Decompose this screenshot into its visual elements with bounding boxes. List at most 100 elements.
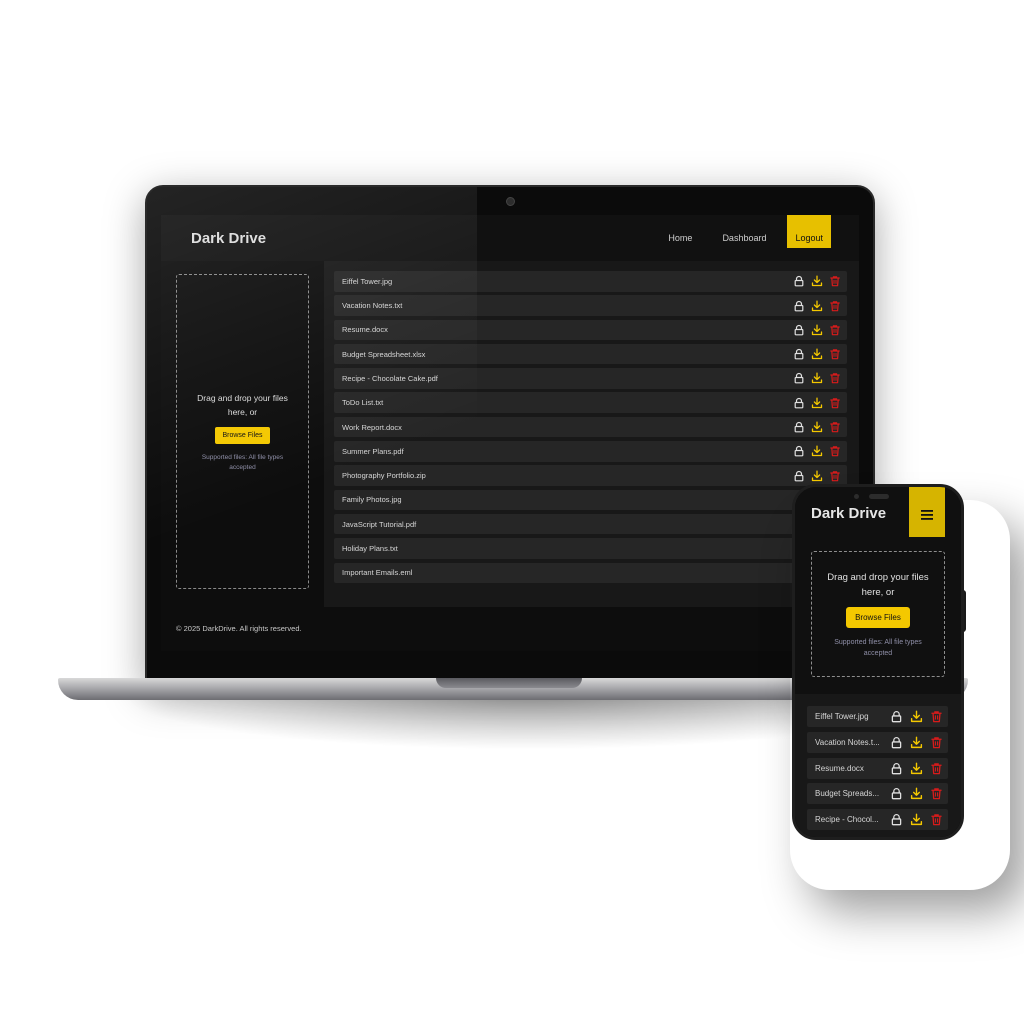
download-icon[interactable] xyxy=(811,397,823,409)
lock-icon[interactable] xyxy=(793,324,805,336)
phone-file-row[interactable]: Vacation Notes.t... xyxy=(807,731,948,753)
file-name[interactable]: Eiffel Tower.jpg xyxy=(342,277,392,286)
lock-icon[interactable] xyxy=(793,300,805,312)
phone-file-row[interactable]: Eiffel Tower.jpg xyxy=(807,706,948,727)
file-row[interactable]: Summer Plans.pdf xyxy=(334,441,847,462)
download-icon[interactable] xyxy=(910,710,923,723)
trash-icon[interactable] xyxy=(829,445,841,457)
phone-brand-logo[interactable]: Dark Drive xyxy=(811,505,886,522)
trash-icon[interactable] xyxy=(930,813,943,826)
file-name[interactable]: Work Report.docx xyxy=(342,423,402,432)
file-name[interactable]: Resume.docx xyxy=(342,325,388,334)
file-actions xyxy=(793,397,841,409)
trash-icon[interactable] xyxy=(829,470,841,482)
lock-icon[interactable] xyxy=(793,421,805,433)
download-icon[interactable] xyxy=(811,372,823,384)
download-icon[interactable] xyxy=(811,300,823,312)
file-name[interactable]: Summer Plans.pdf xyxy=(342,447,404,456)
lock-icon[interactable] xyxy=(890,736,903,749)
trash-icon[interactable] xyxy=(829,275,841,287)
laptop-lid: Dark Drive Home Dashboard Logout Drag an… xyxy=(145,185,875,685)
phone-file-name[interactable]: Eiffel Tower.jpg xyxy=(815,712,869,721)
phone-file-name[interactable]: Recipe - Chocol... xyxy=(815,815,879,824)
brand-logo[interactable]: Dark Drive xyxy=(191,230,266,247)
lock-icon[interactable] xyxy=(890,787,903,800)
browse-files-button[interactable]: Browse Files xyxy=(215,426,270,444)
file-row[interactable]: Recipe - Chocolate Cake.pdf xyxy=(334,368,847,389)
file-name[interactable]: Important Emails.eml xyxy=(342,568,412,577)
file-row[interactable]: Resume.docx xyxy=(334,319,847,341)
lock-icon[interactable] xyxy=(793,470,805,482)
file-row[interactable]: Vacation Notes.txt xyxy=(334,295,847,316)
file-name[interactable]: Photography Portfolio.zip xyxy=(342,471,426,480)
file-name[interactable]: Holiday Plans.txt xyxy=(342,544,398,553)
download-icon[interactable] xyxy=(811,324,823,336)
lock-icon[interactable] xyxy=(890,762,903,775)
file-actions xyxy=(793,324,841,336)
phone-file-row[interactable]: Budget Spreads... xyxy=(807,783,948,805)
file-row[interactable]: Holiday Plans.txt xyxy=(334,538,847,559)
download-icon[interactable] xyxy=(910,813,923,826)
phone-file-name[interactable]: Resume.docx xyxy=(815,764,864,773)
file-row[interactable]: JavaScript Tutorial.pdf xyxy=(334,513,847,535)
lock-icon[interactable] xyxy=(793,348,805,360)
phone-file-actions xyxy=(890,736,943,749)
trash-icon[interactable] xyxy=(829,421,841,433)
phone-screen: Dark Drive Drag and drop your files here… xyxy=(795,487,961,837)
hamburger-menu-button[interactable] xyxy=(909,487,945,537)
phone-file-row[interactable]: Resume.docx xyxy=(807,757,948,779)
phone-file-row[interactable]: Recipe - Chocol... xyxy=(807,809,948,831)
download-icon[interactable] xyxy=(811,470,823,482)
nav-dashboard-link[interactable]: Dashboard xyxy=(707,233,781,243)
laptop-screen: Dark Drive Home Dashboard Logout Drag an… xyxy=(161,215,859,651)
download-icon[interactable] xyxy=(811,421,823,433)
trash-icon[interactable] xyxy=(930,787,943,800)
file-row[interactable]: Photography Portfolio.zip xyxy=(334,465,847,486)
download-icon[interactable] xyxy=(811,445,823,457)
file-name[interactable]: Budget Spreadsheet.xlsx xyxy=(342,350,425,359)
file-row[interactable]: Eiffel Tower.jpg xyxy=(334,271,847,292)
phone-browse-files-button[interactable]: Browse Files xyxy=(846,606,910,628)
phone-file-name[interactable]: Budget Spreads... xyxy=(815,789,879,798)
file-row[interactable]: Work Report.docx xyxy=(334,416,847,438)
phone-upload-dropzone[interactable]: Drag and drop your files here, or Browse… xyxy=(811,551,945,677)
phone-camera-island xyxy=(841,492,901,500)
trash-icon[interactable] xyxy=(829,397,841,409)
phone-frame: Dark Drive Drag and drop your files here… xyxy=(792,484,964,840)
download-icon[interactable] xyxy=(811,348,823,360)
file-row[interactable]: ToDo List.txt xyxy=(334,392,847,413)
trash-icon[interactable] xyxy=(829,348,841,360)
lock-icon[interactable] xyxy=(890,710,903,723)
file-name[interactable]: Family Photos.jpg xyxy=(342,495,402,504)
file-actions xyxy=(793,421,841,433)
download-icon[interactable] xyxy=(910,787,923,800)
download-icon[interactable] xyxy=(811,275,823,287)
logout-button[interactable]: Logout xyxy=(787,215,831,248)
trash-icon[interactable] xyxy=(930,762,943,775)
phone-camera xyxy=(853,493,859,499)
lock-icon[interactable] xyxy=(793,372,805,384)
trash-icon[interactable] xyxy=(829,324,841,336)
nav-home-link[interactable]: Home xyxy=(653,233,707,243)
trash-icon[interactable] xyxy=(829,300,841,312)
trash-icon[interactable] xyxy=(930,710,943,723)
file-name[interactable]: JavaScript Tutorial.pdf xyxy=(342,520,416,529)
laptop-base-notch xyxy=(436,678,582,688)
file-name[interactable]: Vacation Notes.txt xyxy=(342,301,402,310)
file-row[interactable]: Important Emails.eml xyxy=(334,562,847,584)
file-name[interactable]: Recipe - Chocolate Cake.pdf xyxy=(342,374,438,383)
trash-icon[interactable] xyxy=(829,372,841,384)
trash-icon[interactable] xyxy=(930,736,943,749)
lock-icon[interactable] xyxy=(793,397,805,409)
file-row[interactable]: Family Photos.jpg xyxy=(334,489,847,511)
lock-icon[interactable] xyxy=(793,445,805,457)
download-icon[interactable] xyxy=(910,762,923,775)
file-list: Eiffel Tower.jpg Vacation Notes.txt Resu… xyxy=(334,271,847,587)
download-icon[interactable] xyxy=(910,736,923,749)
lock-icon[interactable] xyxy=(793,275,805,287)
file-row[interactable]: Budget Spreadsheet.xlsx xyxy=(334,343,847,365)
file-name[interactable]: ToDo List.txt xyxy=(342,398,383,407)
upload-dropzone[interactable]: Drag and drop your files here, or Browse… xyxy=(176,274,309,589)
phone-file-name[interactable]: Vacation Notes.t... xyxy=(815,738,880,747)
lock-icon[interactable] xyxy=(890,813,903,826)
